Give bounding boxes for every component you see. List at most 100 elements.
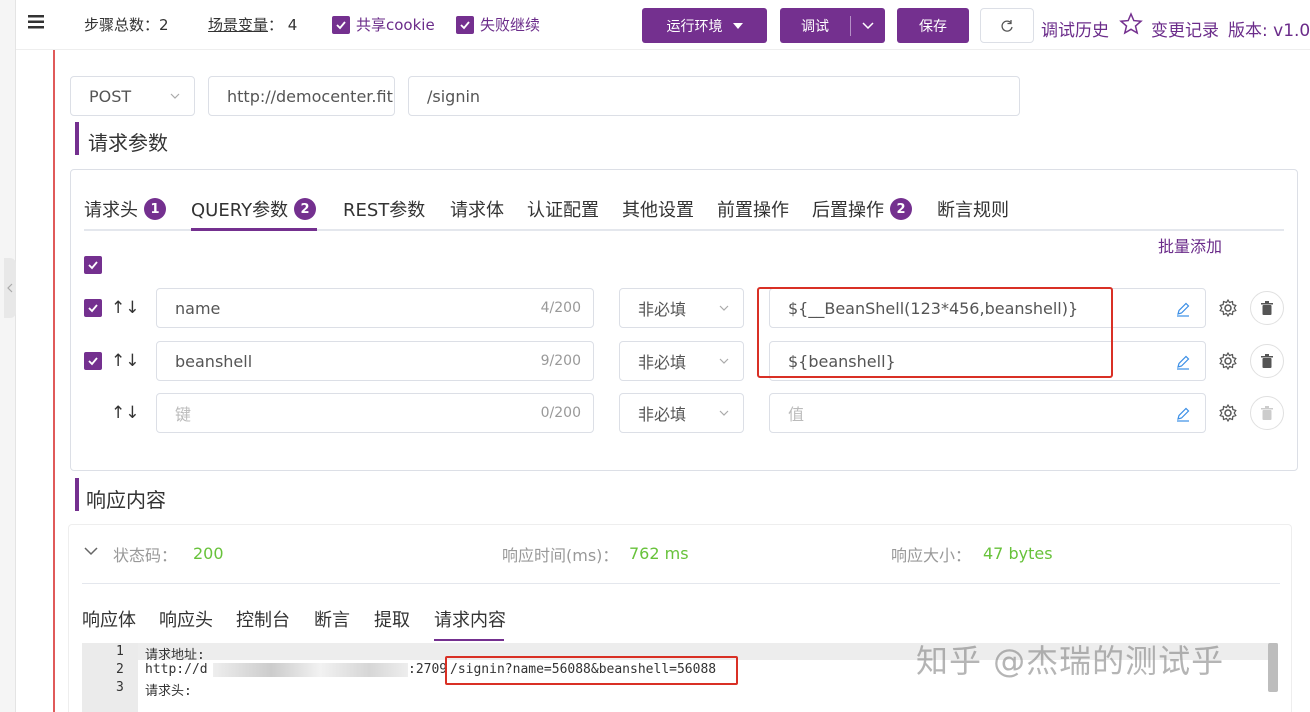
debug-history-link[interactable]: 调试历史 [1041,16,1109,41]
required-select[interactable]: 非必填 [619,341,744,381]
code-line: 请求头: [145,684,192,699]
highlight-box [757,287,1113,378]
edit-icon[interactable] [1175,354,1191,370]
debug-split-button[interactable]: 调试 [780,8,885,43]
row-checkbox[interactable] [84,299,102,317]
gear-icon[interactable] [1218,403,1238,423]
tab-label: 请求体 [450,200,504,221]
tab-label: 其他设置 [622,200,694,221]
debug-button[interactable]: 调试 [780,16,850,36]
redacted-host [213,663,408,677]
param-key-input[interactable]: name 4/200 [156,288,594,328]
required-select[interactable]: 非必填 [619,393,744,433]
param-key-input[interactable]: 键 0/200 [156,393,594,433]
checkbox-checked-icon[interactable] [456,15,474,34]
select-all-checkbox[interactable] [84,256,102,274]
param-value-placeholder: 值 [788,405,805,424]
divider [82,583,1280,584]
tab-auth-config[interactable]: 认证配置 [527,196,599,222]
param-key-value: name [175,298,221,318]
debug-dropdown[interactable] [851,22,885,29]
change-log-link[interactable]: 变更记录 [1151,16,1219,41]
request-params-title: 请求参数 [88,131,168,155]
share-cookie-label: 共享cookie [356,16,435,34]
delete-button[interactable] [1250,344,1284,378]
share-cookie-checkbox[interactable]: 共享cookie [332,14,435,35]
required-select[interactable]: 非必填 [619,288,744,328]
chevron-down-icon [719,410,729,416]
param-key-value: beanshell [175,351,253,371]
gear-icon[interactable] [1218,298,1238,318]
save-button[interactable]: 保存 [897,8,969,43]
tab-request-content[interactable]: 请求内容 [434,606,506,632]
tab-other-settings[interactable]: 其他设置 [622,196,694,222]
tab-request-headers[interactable]: 请求头 1 [84,196,166,222]
refresh-button[interactable] [980,8,1034,43]
param-value-input[interactable]: 值 [769,393,1206,433]
section-marker [75,122,79,155]
code-line-url-start: http://d [145,662,208,677]
char-count: 0/200 [540,405,581,421]
caret-down-icon [732,22,743,29]
tab-response-headers[interactable]: 响应头 [159,606,213,632]
line-gutter [82,643,138,712]
host-input[interactable]: http://democenter.fit2 [208,76,395,116]
scene-var-label[interactable]: 场景变量 [208,16,268,34]
scrollbar[interactable] [1268,643,1278,692]
step-total-label: 步骤总数： [84,16,160,34]
code-line: 请求地址: [145,648,205,663]
tab-label: 前置操作 [717,200,789,221]
edit-icon[interactable] [1175,301,1191,317]
code-line-port: :2709 [408,662,448,677]
sort-arrows-icon[interactable]: ↑↓ [111,403,140,423]
tab-assertion-rules[interactable]: 断言规则 [937,196,1009,222]
host-value: http://democenter.fit2 [227,86,395,106]
sort-arrows-icon[interactable]: ↑↓ [111,298,140,318]
tab-pre-operations[interactable]: 前置操作 [717,196,789,222]
response-time-label: 响应时间(ms)： [502,546,619,565]
chevron-down-icon[interactable] [84,546,98,556]
tab-assertions[interactable]: 断言 [314,606,350,632]
delete-button-disabled [1250,396,1284,430]
char-count: 9/200 [540,353,581,369]
step-total: 步骤总数：2 [84,14,169,35]
delete-button[interactable] [1250,291,1284,325]
edit-icon[interactable] [1175,406,1191,422]
tab-post-operations[interactable]: 后置操作 2 [812,196,912,222]
sort-arrows-icon[interactable]: ↑↓ [111,351,140,371]
status-code-value: 200 [193,544,224,563]
row-checkbox[interactable] [84,352,102,370]
tab-label: 认证配置 [527,200,599,221]
tab-console[interactable]: 控制台 [236,606,290,632]
response-title: 响应内容 [86,488,166,512]
fail-continue-checkbox[interactable]: 失败继续 [456,14,540,35]
response-size-label: 响应大小： [891,546,972,565]
tab-rest-params[interactable]: REST参数 [343,196,425,222]
tab-response-body[interactable]: 响应体 [82,606,136,632]
status-code-label: 状态码： [113,546,178,565]
tab-request-body[interactable]: 请求体 [450,196,504,222]
tab-query-params[interactable]: QUERY参数 2 [191,196,317,222]
run-env-dropdown[interactable]: 运行环境 [642,8,767,43]
method-select[interactable]: POST [70,76,195,116]
param-key-placeholder: 键 [175,405,192,424]
char-count: 4/200 [540,300,581,316]
save-label: 保存 [919,18,947,35]
response-size-value: 47 bytes [983,544,1053,563]
tab-extract[interactable]: 提取 [374,606,410,632]
tab-label: REST参数 [343,200,426,221]
path-input[interactable]: /signin [408,76,1020,116]
menu-icon[interactable] [28,14,44,29]
checkbox-checked-icon[interactable] [332,15,350,34]
chevron-down-icon [862,22,874,29]
count-badge: 1 [144,198,166,220]
collapse-handle[interactable] [4,258,16,318]
param-key-input[interactable]: beanshell 9/200 [156,341,594,381]
gear-icon[interactable] [1218,351,1238,371]
scene-variables[interactable]: 场景变量： 4 [208,14,297,35]
tab-label: 后置操作 [812,200,884,221]
star-icon[interactable] [1119,12,1143,36]
path-value: /signin [427,86,481,106]
batch-add-link[interactable]: 批量添加 [1158,233,1222,257]
method-value: POST [89,86,132,106]
